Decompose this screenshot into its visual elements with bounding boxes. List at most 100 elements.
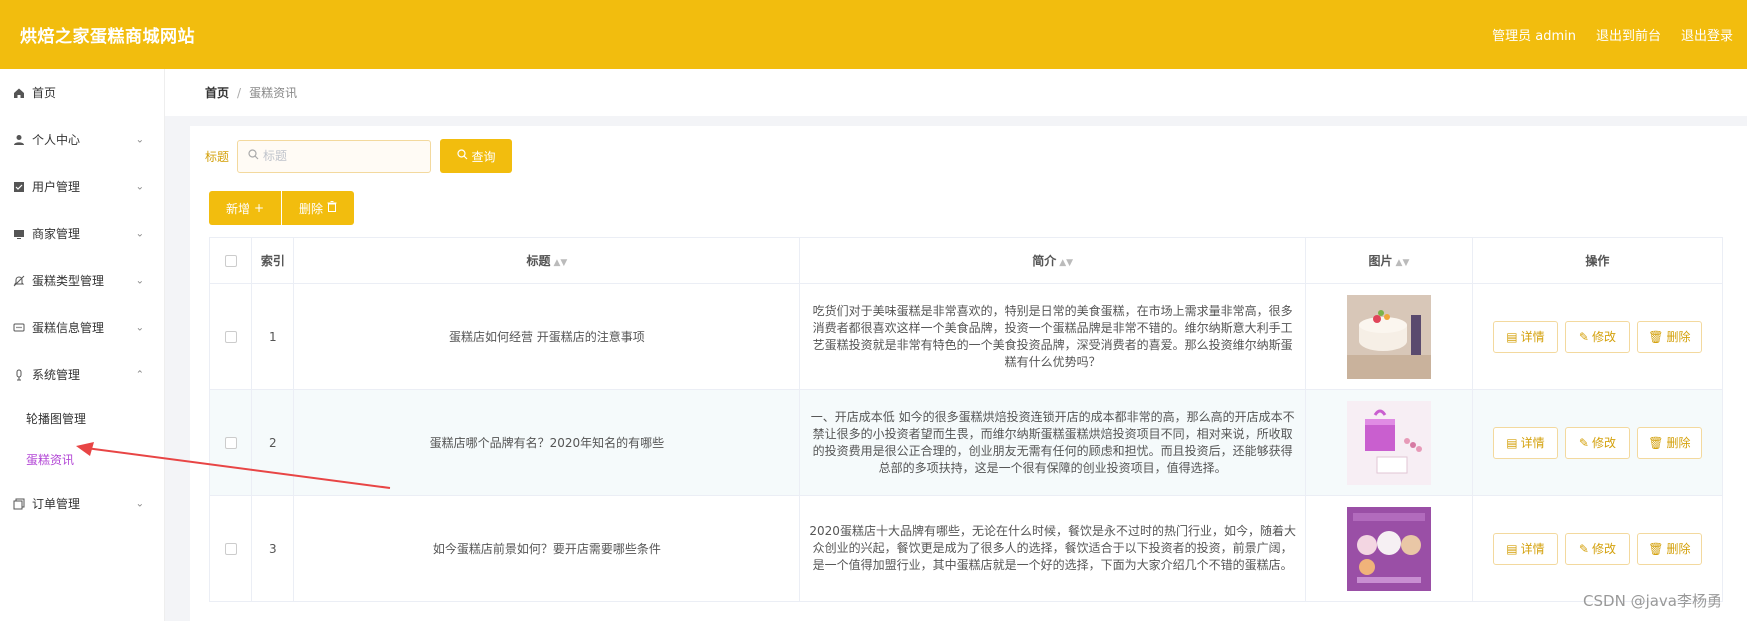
search-row: 标题 查询 — [205, 139, 513, 173]
chevron-down-icon: ⌄ — [135, 322, 144, 333]
edit-button-label: 修改 — [1591, 436, 1616, 450]
search-box — [237, 139, 432, 173]
query-button[interactable]: 查询 — [440, 139, 513, 173]
cake-image[interactable] — [1346, 400, 1431, 485]
trash-icon — [327, 201, 337, 215]
table-header-row: 索引 标题 ▲▼ 简介 ▲▼ 图片 ▲▼ 操作 — [208, 237, 1724, 284]
header-intro[interactable]: 简介 ▲▼ — [799, 237, 1307, 284]
sidebar-subitem-cake-news[interactable]: 蛋糕资讯 — [0, 439, 164, 480]
exit-to-front-link[interactable]: 退出到前台 — [1596, 25, 1661, 44]
row-title: 蛋糕店如何经营 开蛋糕店的注意事项 — [293, 283, 801, 390]
cake-image[interactable] — [1346, 506, 1431, 591]
row-intro: 2020蛋糕店十大品牌有哪些，无论在什么时候，餐饮是永不过时的热门行业，如今，随… — [809, 524, 1296, 572]
content-panel: 标题 查询 新增 + 删除 — [190, 126, 1747, 621]
row-checkbox[interactable] — [224, 437, 237, 449]
document-icon: ▤ — [1506, 435, 1518, 450]
sidebar-item-cake-info[interactable]: 蛋糕信息管理 ⌄ — [0, 304, 164, 351]
sidebar-item-profile[interactable]: 个人中心 ⌄ — [0, 116, 164, 163]
row-checkbox[interactable] — [224, 331, 237, 343]
trash-icon: 🗑 — [1648, 541, 1664, 556]
row-checkbox[interactable] — [224, 543, 237, 555]
pencil-icon: ✎ — [1578, 435, 1589, 450]
top-nav: 管理员 admin 退出到前台 退出登录 — [1492, 25, 1733, 44]
query-button-label: 查询 — [471, 149, 496, 164]
sidebar-item-orders[interactable]: 订单管理 ⌄ — [0, 480, 164, 527]
top-bar: 烘焙之家蛋糕商城网站 管理员 admin 退出到前台 退出登录 — [0, 0, 1747, 69]
chat-icon — [12, 321, 26, 335]
row-intro: 一、开店成本低 如今的很多蛋糕烘焙投资连锁开店的成本都非常的高，那么高的开店成本… — [810, 409, 1295, 475]
delete-button[interactable]: 🗑 删除 — [1636, 426, 1702, 459]
header-image[interactable]: 图片 ▲▼ — [1305, 237, 1473, 284]
select-all-checkbox[interactable] — [224, 255, 237, 267]
sidebar-item-cake-types[interactable]: 蛋糕类型管理 ⌄ — [0, 257, 164, 304]
table-row: 2 蛋糕店哪个品牌有名？2020年知名的有哪些 一、开店成本低 如今的很多蛋糕烘… — [208, 389, 1724, 496]
sort-icon[interactable]: ▲▼ — [1396, 258, 1410, 268]
mic-icon — [12, 368, 26, 382]
search-icon — [248, 149, 259, 163]
sort-icon[interactable]: ▲▼ — [1059, 258, 1073, 268]
pencil-icon: ✎ — [1578, 541, 1589, 556]
delete-button-label: 删除 — [1666, 542, 1691, 556]
sidebar-item-system[interactable]: 系统管理 ⌃ — [0, 351, 164, 398]
add-button[interactable]: 新增 + — [209, 191, 281, 225]
sidebar-item-label: 系统管理 — [32, 368, 81, 382]
sidebar-subitem-carousel[interactable]: 轮播图管理 — [0, 398, 164, 439]
breadcrumb-home[interactable]: 首页 — [205, 84, 229, 101]
admin-user-link[interactable]: 管理员 admin — [1492, 25, 1576, 44]
trash-icon: 🗑 — [1648, 329, 1664, 344]
row-index: 2 — [251, 389, 295, 496]
chevron-down-icon: ⌄ — [135, 181, 144, 192]
row-intro: 吃货们对于美味蛋糕是非常喜欢的，特别是日常的美食蛋糕，在市场上需求量非常高，很多… — [812, 303, 1293, 369]
edit-button-label: 修改 — [1591, 330, 1616, 344]
detail-button[interactable]: ▤ 详情 — [1492, 532, 1558, 565]
sidebar-item-home[interactable]: 首页 — [0, 69, 164, 116]
row-actions: ▤ 详情 ✎ 修改 🗑 删除 — [1473, 426, 1722, 459]
detail-button[interactable]: ▤ 详情 — [1492, 320, 1558, 353]
chevron-down-icon: ⌄ — [135, 228, 144, 239]
search-label: 标题 — [205, 149, 230, 164]
monitor-icon — [12, 227, 26, 241]
add-button-label: 新增 — [225, 201, 250, 216]
delete-button[interactable]: 🗑 删除 — [1636, 532, 1702, 565]
home-icon — [12, 86, 26, 100]
bell-off-icon — [12, 274, 26, 288]
pencil-icon: ✎ — [1578, 329, 1589, 344]
detail-button-label: 详情 — [1520, 542, 1545, 556]
detail-button[interactable]: ▤ 详情 — [1492, 426, 1558, 459]
batch-delete-button[interactable]: 删除 — [282, 191, 354, 225]
action-row: 新增 + 删除 — [209, 191, 354, 225]
chevron-down-icon: ⌄ — [135, 498, 144, 509]
sidebar-item-label: 个人中心 — [32, 133, 81, 147]
sidebar-item-label: 蛋糕类型管理 — [32, 274, 105, 288]
header-image-label: 图片 — [1368, 254, 1393, 268]
sidebar-subitem-label: 轮播图管理 — [26, 412, 87, 426]
header-title[interactable]: 标题 ▲▼ — [293, 237, 801, 284]
sidebar-item-label: 订单管理 — [32, 497, 81, 511]
sidebar-item-merchants[interactable]: 商家管理 ⌄ — [0, 210, 164, 257]
table-row: 1 蛋糕店如何经营 开蛋糕店的注意事项 吃货们对于美味蛋糕是非常喜欢的，特别是日… — [208, 283, 1724, 390]
user-icon — [12, 133, 26, 147]
header-index-label: 索引 — [260, 254, 285, 268]
search-icon — [456, 149, 468, 163]
sidebar-item-label: 商家管理 — [32, 227, 81, 241]
logout-link[interactable]: 退出登录 — [1681, 25, 1733, 44]
sidebar-item-label: 蛋糕信息管理 — [32, 321, 105, 335]
header-intro-label: 简介 — [1032, 254, 1057, 268]
chevron-down-icon: ⌄ — [135, 275, 144, 286]
app-title: 烘焙之家蛋糕商城网站 — [20, 27, 195, 47]
sort-icon[interactable]: ▲▼ — [553, 258, 567, 268]
edit-button[interactable]: ✎ 修改 — [1564, 320, 1630, 353]
select-all-cell — [208, 237, 253, 284]
header-ops: 操作 — [1471, 237, 1724, 284]
watermark: CSDN @java李杨勇 — [1583, 592, 1722, 610]
header-ops-label: 操作 — [1585, 254, 1610, 268]
row-index: 1 — [251, 283, 295, 390]
row-actions: ▤ 详情 ✎ 修改 🗑 删除 — [1473, 320, 1722, 353]
search-input[interactable] — [263, 149, 414, 163]
delete-button[interactable]: 🗑 删除 — [1636, 320, 1702, 353]
cake-image[interactable] — [1346, 294, 1431, 379]
edit-button[interactable]: ✎ 修改 — [1564, 426, 1630, 459]
sidebar-item-users[interactable]: 用户管理 ⌄ — [0, 163, 164, 210]
breadcrumb-separator: / — [237, 85, 242, 100]
edit-button[interactable]: ✎ 修改 — [1564, 532, 1630, 565]
